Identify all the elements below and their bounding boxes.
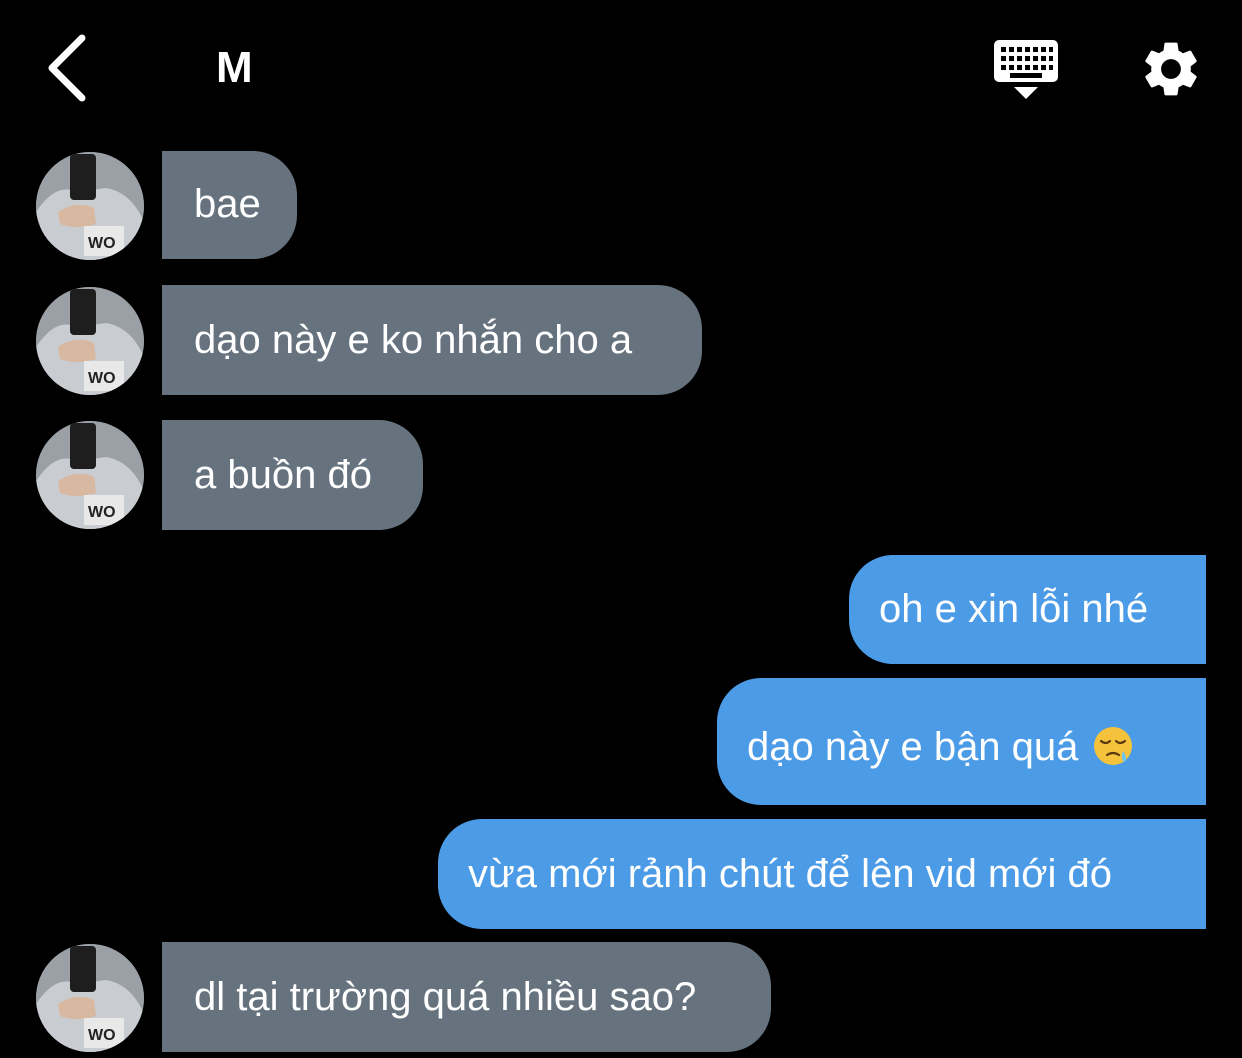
message-bubble-incoming[interactable]: dl tại trường quá nhiều sao? [162, 942, 771, 1052]
avatar[interactable]: WO [36, 421, 144, 529]
svg-text:WO: WO [88, 370, 116, 387]
avatar-photo-icon: WO [36, 421, 144, 529]
message-text: bae [194, 182, 261, 226]
message-bubble-outgoing[interactable]: vừa mới rảnh chút để lên vid mới đó [438, 819, 1206, 929]
chat-header: M [0, 0, 1242, 130]
chevron-left-icon [48, 34, 86, 102]
svg-text:WO: WO [88, 235, 116, 252]
avatar[interactable]: WO [36, 287, 144, 395]
message-text: oh e xin lỗi nhé [879, 587, 1149, 631]
message-text: dạo này e ko nhắn cho a [194, 318, 633, 362]
avatar-photo-icon: WO [36, 944, 144, 1052]
message-bubble-incoming[interactable]: dạo này e ko nhắn cho a [162, 285, 702, 395]
avatar-photo-icon: WO [36, 287, 144, 395]
avatar[interactable]: WO [36, 152, 144, 260]
svg-text:WO: WO [88, 504, 116, 521]
message-bubble-incoming[interactable]: bae [162, 151, 297, 259]
message-bubble-outgoing[interactable]: oh e xin lỗi nhé [849, 555, 1206, 664]
sleepy-face-emoji-icon [1094, 727, 1133, 766]
avatar-photo-icon: WO [36, 152, 144, 260]
chat-screen: M WO bae WO dạo này e ko nhắn cho a WO a… [0, 0, 1242, 1058]
message-text: a buồn đó [194, 453, 372, 497]
message-text: dạo này e bận quá [747, 725, 1079, 769]
avatar[interactable]: WO [36, 944, 144, 1052]
settings-button[interactable] [1138, 36, 1204, 102]
keyboard-button[interactable] [992, 38, 1060, 102]
conversation-title: M [216, 43, 253, 92]
message-text: dl tại trường quá nhiều sao? [194, 975, 697, 1019]
message-bubble-outgoing[interactable]: dạo này e bận quá [717, 678, 1206, 805]
gear-icon [1145, 42, 1197, 96]
keyboard-icon [994, 40, 1058, 99]
svg-text:WO: WO [88, 1027, 116, 1044]
message-text: vừa mới rảnh chút để lên vid mới đó [468, 852, 1112, 896]
message-bubble-incoming[interactable]: a buồn đó [162, 420, 423, 530]
back-button[interactable] [38, 30, 98, 106]
